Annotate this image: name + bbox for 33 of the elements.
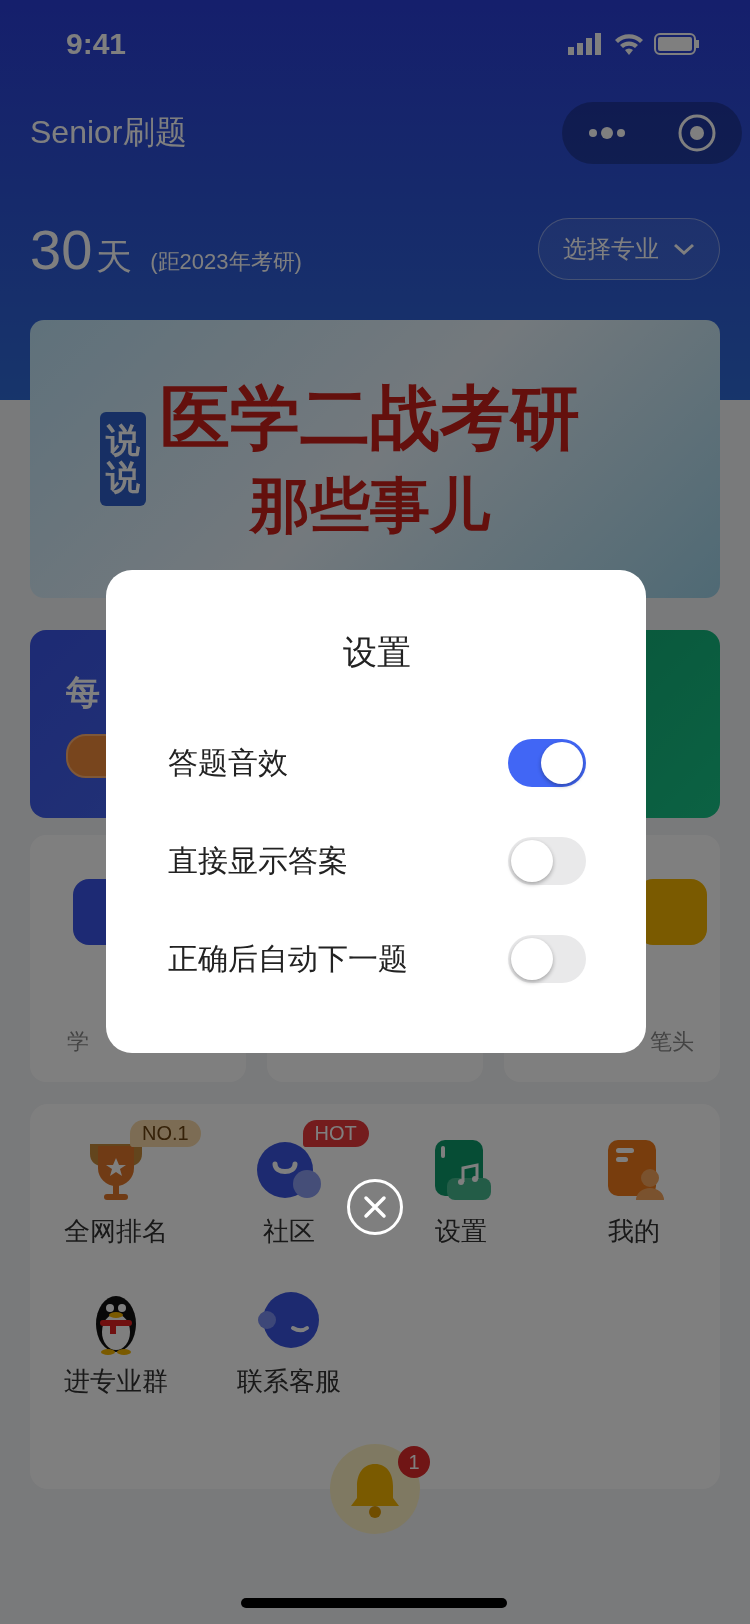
menu-item[interactable]: 进专业群 (64, 1284, 169, 1399)
tool-caption: 学 (67, 1028, 89, 1056)
menu-item[interactable]: 我的 (597, 1134, 670, 1249)
toggle-switch[interactable] (508, 739, 586, 787)
option-label: 答题音效 (168, 744, 288, 781)
menu-item[interactable]: 联系客服 (236, 1284, 341, 1399)
toggle-switch[interactable] (508, 837, 586, 885)
target-icon[interactable] (677, 113, 717, 153)
battery-icon (654, 33, 700, 55)
exam-note: (距2023年考研) (150, 247, 302, 276)
tool-caption: 笔头 (650, 1028, 694, 1056)
wifi-icon (614, 33, 644, 55)
banner-headline: 医学二战考研 (160, 377, 580, 459)
option-label: 直接显示答案 (168, 842, 348, 879)
chevron-down-icon (673, 243, 695, 255)
banner[interactable]: 说说 医学二战考研 那些事儿 (30, 320, 720, 598)
days-unit: 天 (96, 234, 133, 279)
toggle-switch[interactable] (508, 935, 586, 983)
close-button[interactable] (347, 1179, 403, 1235)
more-icon[interactable] (587, 126, 627, 140)
close-icon (363, 1195, 387, 1219)
app-title: Senior刷题 (30, 113, 187, 152)
signal-icon (568, 33, 604, 55)
banner-tag: 说说 (100, 411, 146, 507)
days-count: 30 (30, 216, 93, 282)
option-label: 正确后自动下一题 (168, 940, 408, 977)
status-time: 9:41 (66, 27, 127, 61)
menu-item[interactable]: 设置 (425, 1134, 498, 1249)
dialog-title: 设置 (342, 632, 412, 673)
menu-badge: NO.1 (130, 1120, 201, 1147)
banner-subline: 那些事儿 (250, 470, 490, 541)
feature-title: 每 (66, 672, 101, 713)
menu-badge: HOT (302, 1120, 369, 1147)
